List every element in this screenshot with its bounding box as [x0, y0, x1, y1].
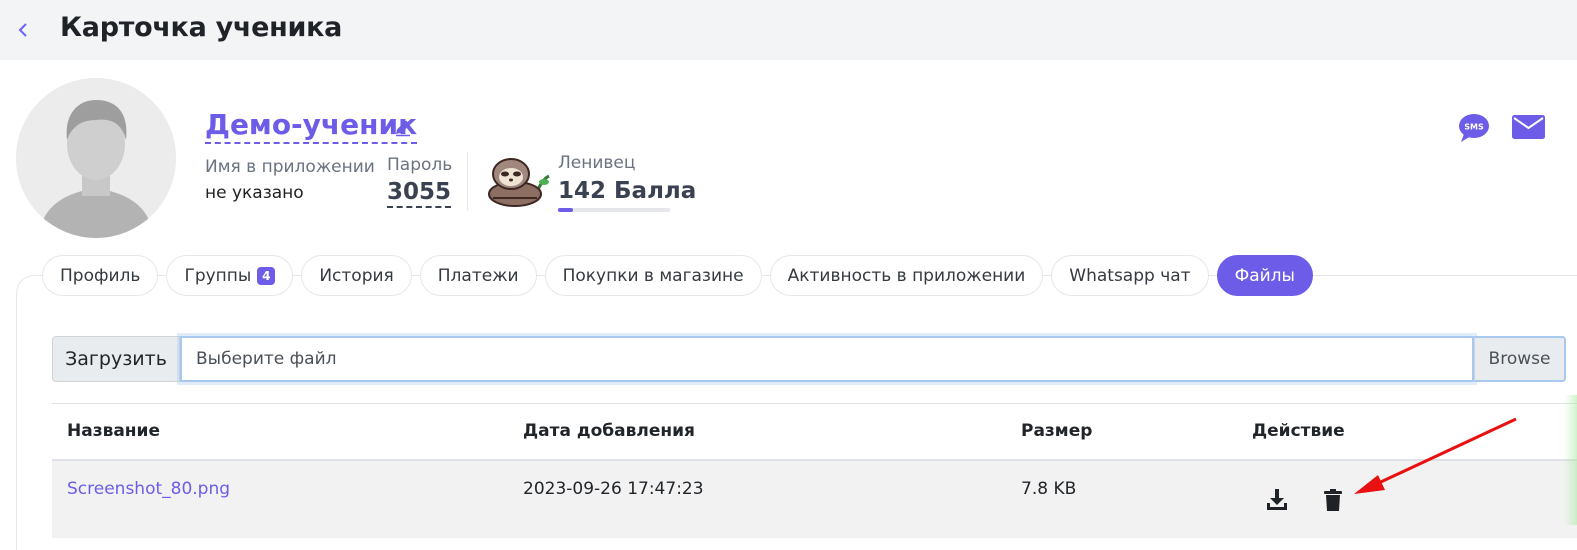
tab-payments[interactable]: Платежи: [419, 255, 537, 296]
level-progress-bar: [558, 208, 670, 212]
tab-label: Профиль: [60, 265, 141, 286]
file-date: 2023-09-26 17:47:23: [523, 479, 704, 499]
password-value[interactable]: 3055: [387, 178, 452, 208]
sms-icon-text: SMS: [1464, 123, 1484, 132]
tab-label: История: [319, 265, 394, 286]
browse-button[interactable]: Browse: [1474, 336, 1566, 382]
tab-label: Покупки в магазине: [562, 265, 744, 286]
upload-label: Загрузить: [52, 336, 180, 382]
column-header-action: Действие: [1252, 421, 1345, 441]
divider: [467, 152, 468, 210]
tab-app-activity[interactable]: Активность в приложении: [769, 255, 1044, 296]
tab-history[interactable]: История: [301, 255, 412, 296]
student-name-link[interactable]: Демо-ученик: [205, 108, 418, 144]
sloth-level-icon: [487, 152, 551, 208]
tab-shop-purchases[interactable]: Покупки в магазине: [544, 255, 762, 296]
chevron-left-icon[interactable]: [14, 16, 34, 44]
tab-files[interactable]: Файлы: [1216, 255, 1313, 296]
file-name-link[interactable]: Screenshot_80.png: [67, 479, 230, 499]
password-label: Пароль: [387, 155, 453, 175]
top-bar: Карточка ученика: [0, 0, 1577, 60]
sms-icon[interactable]: SMS: [1458, 113, 1490, 143]
download-icon[interactable]: [1266, 488, 1288, 512]
edge-highlight: [1564, 395, 1577, 525]
table-divider: [52, 403, 1577, 404]
tab-whatsapp-chat[interactable]: Whatsapp чат: [1051, 255, 1209, 296]
level-progress-fill: [558, 208, 573, 212]
file-input[interactable]: Выберите файл: [180, 336, 1474, 382]
tab-label: Файлы: [1234, 265, 1295, 286]
level-label: Ленивец: [558, 153, 636, 173]
app-name-label: Имя в приложении: [205, 157, 375, 177]
tab-bar: Профиль Группы 4 История Платежи Покупки …: [42, 255, 1313, 296]
app-name-value: не указано: [205, 183, 304, 203]
tab-label: Whatsapp чат: [1069, 265, 1191, 286]
pencil-icon[interactable]: [393, 117, 413, 137]
avatar: [16, 78, 176, 238]
mail-icon[interactable]: [1512, 115, 1545, 139]
tab-label: Активность в приложении: [787, 265, 1026, 286]
column-header-size: Размер: [1021, 421, 1093, 441]
column-header-date: Дата добавления: [523, 421, 695, 441]
page-title: Карточка ученика: [60, 12, 343, 43]
annotation-arrow: [1340, 410, 1525, 505]
column-header-name: Название: [67, 421, 160, 441]
points-value: 142 Балла: [558, 178, 697, 204]
tab-profile[interactable]: Профиль: [42, 255, 159, 296]
tab-label: Платежи: [437, 265, 519, 286]
groups-count-badge: 4: [257, 266, 276, 285]
tab-groups[interactable]: Группы 4: [166, 255, 294, 296]
upload-row: Загрузить Выберите файл Browse: [52, 336, 1566, 382]
tab-label: Группы: [184, 265, 252, 286]
file-size: 7.8 KB: [1021, 479, 1077, 499]
